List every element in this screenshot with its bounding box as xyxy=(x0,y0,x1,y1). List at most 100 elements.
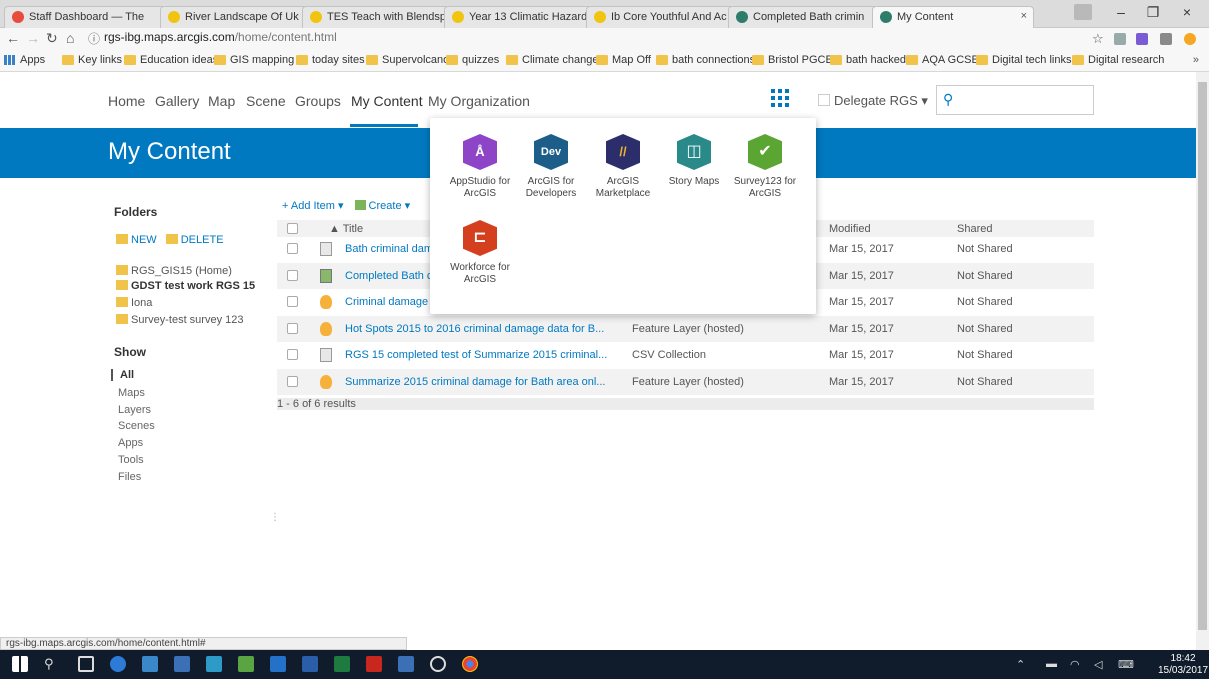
filter-apps[interactable]: Apps xyxy=(118,437,143,449)
app-tile-developers[interactable]: Dev ArcGIS for Developers xyxy=(511,134,591,200)
volume-icon[interactable]: ◁ xyxy=(1094,658,1102,671)
user-menu[interactable]: Delegate RGS ▾ xyxy=(818,93,928,109)
sims-app-icon[interactable] xyxy=(174,656,190,672)
row-checkbox[interactable] xyxy=(287,243,298,254)
bookmark-folder[interactable]: Climate change xyxy=(506,54,598,66)
filter-layers[interactable]: Layers xyxy=(118,404,151,416)
filter-scenes[interactable]: Scenes xyxy=(118,420,155,432)
filter-all[interactable]: All xyxy=(120,369,134,381)
filter-maps[interactable]: Maps xyxy=(118,387,145,399)
filter-tools[interactable]: Tools xyxy=(118,454,144,466)
nav-map[interactable]: Map xyxy=(208,93,235,109)
tab-year13-climatic[interactable]: Year 13 Climatic Hazards xyxy=(444,6,592,28)
keyboard-icon[interactable]: ⌨ xyxy=(1118,658,1134,671)
sims-app-icon[interactable] xyxy=(398,656,414,672)
file-explorer-icon[interactable] xyxy=(142,656,158,672)
table-row[interactable]: Summarize 2015 criminal damage for Bath … xyxy=(277,369,1094,395)
folder-item-home[interactable]: RGS_GIS15 (Home) xyxy=(116,265,232,277)
excel-icon[interactable] xyxy=(334,656,350,672)
nav-home[interactable]: Home xyxy=(108,93,145,109)
item-title-link[interactable]: Hot Spots 2015 to 2016 criminal damage d… xyxy=(345,323,610,335)
nav-scene[interactable]: Scene xyxy=(246,93,286,109)
forward-arrow-icon[interactable]: → xyxy=(26,30,40,46)
item-title-link[interactable]: Summarize 2015 criminal damage for Bath … xyxy=(345,376,610,388)
bookmarks-overflow-button[interactable]: » xyxy=(1193,54,1199,66)
tab-tes-teach[interactable]: TES Teach with Blendspa xyxy=(302,6,450,28)
search-icon[interactable]: ⚲ xyxy=(44,656,54,672)
bookmark-folder[interactable]: bath hacked xyxy=(830,54,906,66)
app-tile-appstudio[interactable]: Å AppStudio for ArcGIS xyxy=(440,134,520,200)
table-row[interactable]: RGS 15 completed test of Summarize 2015 … xyxy=(277,342,1094,368)
row-checkbox[interactable] xyxy=(287,349,298,360)
nav-groups[interactable]: Groups xyxy=(295,93,341,109)
system-clock[interactable]: 18:42 15/03/2017 xyxy=(1158,653,1208,677)
extension-icon[interactable] xyxy=(1160,33,1172,45)
wifi-icon[interactable]: ◠ xyxy=(1070,658,1080,671)
battery-icon[interactable]: ▬ xyxy=(1046,658,1057,670)
bookmark-folder[interactable]: Key links xyxy=(62,54,122,66)
app-icon[interactable] xyxy=(206,656,222,672)
minimize-button[interactable]: – xyxy=(1106,4,1136,20)
bookmark-folder[interactable]: Education ideas xyxy=(124,54,218,66)
app-tile-survey123[interactable]: ✔ Survey123 for ArcGIS xyxy=(725,134,805,200)
new-folder-button[interactable]: NEW xyxy=(116,234,157,246)
app-tile-workforce[interactable]: ⊏ Workforce for ArcGIS xyxy=(440,220,520,286)
row-checkbox[interactable] xyxy=(287,270,298,281)
tab-river-landscape[interactable]: River Landscape Of Uk xyxy=(160,6,308,28)
nav-my-organization[interactable]: My Organization xyxy=(428,93,530,109)
delete-folder-button[interactable]: DELETE xyxy=(165,234,224,246)
close-window-button[interactable]: × xyxy=(1172,4,1202,20)
bookmark-folder[interactable]: Bristol PGCE xyxy=(752,54,833,66)
extension-icon[interactable] xyxy=(1114,33,1126,45)
search-input[interactable]: ⚲ xyxy=(936,85,1094,115)
windows-start-icon[interactable] xyxy=(12,656,28,672)
bookmark-folder[interactable]: Digital tech links xyxy=(976,54,1071,66)
app-tile-marketplace[interactable]: // ArcGIS Marketplace xyxy=(583,134,663,200)
tab-completed-bath[interactable]: Completed Bath crimin xyxy=(728,6,878,28)
nav-my-content[interactable]: My Content xyxy=(351,93,423,109)
onenote-extension-icon[interactable] xyxy=(1136,33,1148,45)
create-button[interactable]: Create ▾ xyxy=(354,200,419,212)
update-alert-icon[interactable] xyxy=(1184,33,1196,45)
folder-item-gdst[interactable]: GDST test work RGS 15 xyxy=(116,280,255,292)
profile-icon[interactable] xyxy=(1074,4,1092,20)
outlook-icon[interactable] xyxy=(270,656,286,672)
app-launcher-grid-icon[interactable] xyxy=(771,89,789,107)
bookmark-folder[interactable]: Supervolcano xyxy=(366,54,449,66)
app-icon[interactable] xyxy=(430,656,446,672)
app-icon[interactable] xyxy=(238,656,254,672)
select-all-checkbox[interactable] xyxy=(287,223,298,234)
tab-my-content[interactable]: My Content × xyxy=(872,6,1034,28)
back-arrow-icon[interactable]: ← xyxy=(6,30,20,46)
url-field[interactable]: ⓘ rgs-ibg.maps.arcgis.com/home/content.h… xyxy=(88,30,1098,48)
folder-item-survey[interactable]: Survey-test survey 123 xyxy=(116,314,244,326)
bookmark-folder[interactable]: bath connections xyxy=(656,54,755,66)
bookmark-folder[interactable]: AQA GCSE xyxy=(906,54,979,66)
row-checkbox[interactable] xyxy=(287,323,298,334)
column-shared[interactable]: Shared xyxy=(957,223,992,235)
close-tab-icon[interactable]: × xyxy=(1021,10,1027,22)
filter-files[interactable]: Files xyxy=(118,471,141,483)
table-row[interactable]: Hot Spots 2015 to 2016 criminal damage d… xyxy=(277,316,1094,342)
column-title[interactable]: ▲ Title xyxy=(329,223,363,235)
pane-splitter-handle[interactable]: ⋮ xyxy=(270,512,280,523)
scrollbar-thumb[interactable] xyxy=(1198,82,1207,630)
row-checkbox[interactable] xyxy=(287,296,298,307)
add-item-button[interactable]: + Add Item ▾ xyxy=(282,200,343,212)
chrome-icon[interactable] xyxy=(462,656,478,672)
bookmark-folder[interactable]: quizzes xyxy=(446,54,499,66)
tray-chevron-icon[interactable]: ⌃ xyxy=(1016,658,1025,671)
bookmark-folder[interactable]: GIS mapping xyxy=(214,54,294,66)
tab-ib-core[interactable]: Ib Core Youthful And Ac xyxy=(586,6,734,28)
edge-browser-icon[interactable] xyxy=(110,656,126,672)
app-tile-story-maps[interactable]: ◫ Story Maps xyxy=(654,134,734,188)
bookmark-star-icon[interactable]: ☆ xyxy=(1092,31,1104,47)
bookmark-folder[interactable]: Map Off xyxy=(596,54,651,66)
task-view-icon[interactable] xyxy=(78,656,94,672)
word-icon[interactable] xyxy=(302,656,318,672)
column-modified[interactable]: Modified xyxy=(829,223,871,235)
folder-item-iona[interactable]: Iona xyxy=(116,297,152,309)
acrobat-icon[interactable] xyxy=(366,656,382,672)
home-icon[interactable]: ⌂ xyxy=(66,30,74,46)
bookmark-folder[interactable]: Digital research xyxy=(1072,54,1164,66)
